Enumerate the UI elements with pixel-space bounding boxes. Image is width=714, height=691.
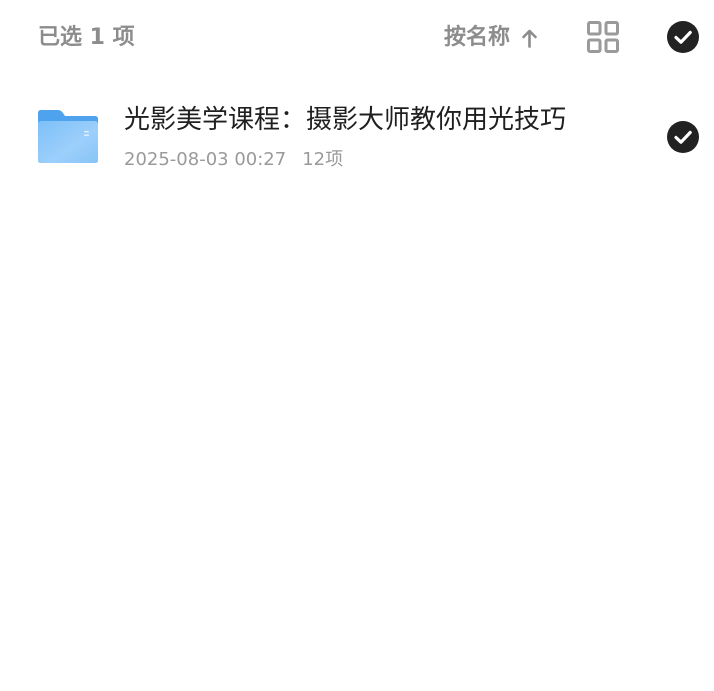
check-circle-icon: [667, 21, 699, 53]
selection-count: 已选 1 项: [38, 25, 135, 50]
select-all-checkbox[interactable]: [667, 21, 699, 53]
check-circle-icon: [667, 121, 699, 153]
grid-view-icon: [587, 21, 619, 53]
sort-button[interactable]: 按名称: [444, 23, 538, 53]
selection-toolbar: 已选 1 项 按名称: [0, 0, 714, 76]
arrow-up-icon: [522, 29, 537, 48]
file-modified-time: 2025-08-03 00:27: [124, 149, 287, 170]
sort-label: 按名称: [444, 25, 511, 50]
grid-view-button[interactable]: [587, 21, 619, 53]
file-list-item[interactable]: 光影美学课程：摄影大师教你用光技巧 2025-08-03 00:27 12项: [0, 96, 714, 180]
file-name: 光影美学课程：摄影大师教你用光技巧: [124, 105, 567, 135]
folder-icon: [38, 110, 98, 164]
item-select-checkbox[interactable]: [667, 121, 699, 153]
file-meta: 2025-08-03 00:27 12项: [124, 148, 343, 172]
file-item-count: 12项: [302, 149, 344, 170]
